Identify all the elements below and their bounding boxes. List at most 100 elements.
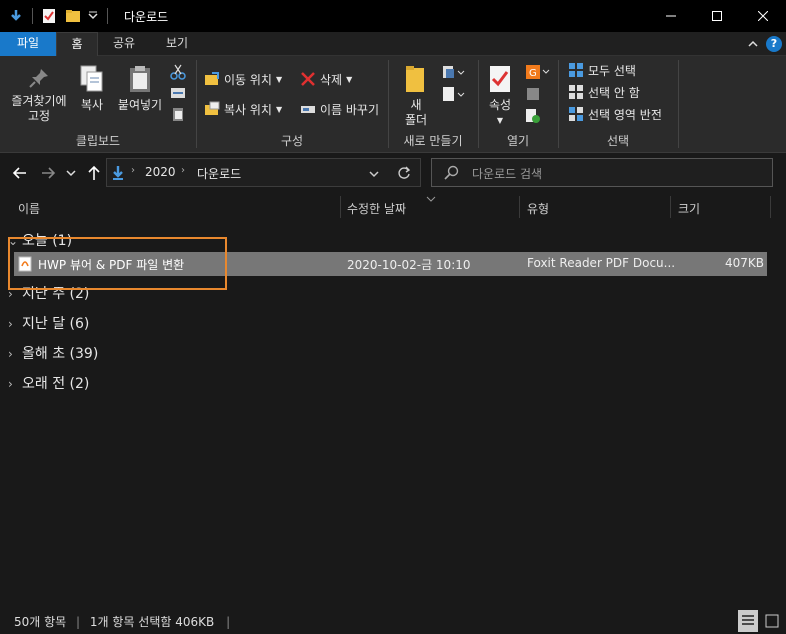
select-all-button[interactable]: 모두 선택	[568, 60, 636, 80]
pin-to-quick-access-button[interactable]: 즐겨찾기에 고정	[6, 66, 72, 124]
select-all-icon	[569, 63, 583, 77]
pin-label-1: 즐겨찾기에	[11, 94, 67, 108]
ribbon: 즐겨찾기에 고정 복사 붙여넣기 클립보드 이동 위치 ▼ 복사 위치 ▼ 삭제…	[0, 56, 786, 153]
paste-button[interactable]: 붙여넣기	[114, 64, 166, 113]
select-none-button[interactable]: 선택 안 함	[568, 82, 640, 102]
easy-access-icon[interactable]	[442, 86, 466, 102]
properties-button[interactable]: 속성 ▼	[482, 64, 518, 128]
new-folder-label-1: 새	[410, 98, 422, 112]
column-divider[interactable]	[670, 196, 671, 218]
delete-x-icon	[301, 72, 315, 86]
customize-chevron-icon[interactable]	[87, 8, 99, 24]
divider	[107, 8, 108, 24]
dropdown-chevron-icon: ▼	[275, 74, 283, 84]
open-group-label: 열기	[506, 134, 530, 148]
select-group-label: 선택	[606, 134, 630, 148]
open-app-icon[interactable]: G	[525, 64, 551, 80]
download-arrow-icon[interactable]	[8, 8, 24, 24]
new-folder-button[interactable]: 새 폴더	[398, 64, 434, 128]
copy-folder-icon	[205, 101, 220, 115]
invert-selection-button[interactable]: 선택 영역 반전	[568, 104, 662, 124]
select-none-label: 선택 안 함	[588, 85, 640, 100]
history-icon[interactable]	[525, 108, 541, 124]
breadcrumb-2020[interactable]: 2020	[145, 165, 176, 179]
cut-icon[interactable]	[170, 64, 186, 80]
recent-locations-chevron-icon[interactable]	[66, 168, 76, 178]
column-name[interactable]: 이름	[18, 200, 40, 217]
address-history-chevron-icon[interactable]	[369, 169, 379, 179]
status-bar: 50개 항목 | 1개 항목 선택함 406KB |	[0, 609, 786, 634]
column-header: 이름 수정한 날짜 유형 크기	[0, 196, 786, 222]
breadcrumb-separator-icon: ›	[181, 165, 185, 176]
search-box[interactable]: 다운로드 검색	[431, 158, 773, 187]
tab-home[interactable]: 홈	[56, 32, 98, 56]
refresh-icon[interactable]	[397, 166, 411, 180]
move-folder-icon	[205, 72, 219, 85]
group-header-last-month[interactable]: › 지난 달 (6)	[8, 313, 89, 333]
new-item-icon[interactable]	[442, 64, 466, 80]
search-icon	[444, 165, 459, 180]
tab-file[interactable]: 파일	[0, 32, 56, 56]
column-size[interactable]: 크기	[678, 200, 700, 217]
expand-chevron-icon: ›	[8, 377, 13, 391]
copy-button[interactable]: 복사	[74, 64, 110, 113]
breadcrumb-downloads[interactable]: 다운로드	[197, 165, 241, 182]
properties-icon[interactable]	[41, 8, 57, 24]
up-arrow-icon[interactable]	[86, 164, 102, 182]
ribbon-divider	[678, 60, 679, 148]
rename-label: 이름 바꾸기	[320, 102, 380, 117]
large-icons-view-button[interactable]	[762, 610, 782, 632]
pin-icon	[29, 69, 48, 88]
column-date-modified[interactable]: 수정한 날짜	[347, 200, 406, 217]
back-arrow-icon[interactable]	[12, 165, 28, 181]
forward-arrow-icon[interactable]	[40, 165, 56, 181]
new-group-label: 새로 만들기	[403, 134, 463, 148]
expand-chevron-icon: ›	[8, 347, 13, 361]
properties-check-icon	[490, 66, 510, 92]
group-header-long-ago[interactable]: › 오래 전 (2)	[8, 373, 89, 393]
highlight-box	[8, 237, 227, 290]
copy-to-button[interactable]: 복사 위치 ▼	[204, 99, 282, 119]
column-type[interactable]: 유형	[527, 200, 549, 217]
dropdown-chevron-icon: ▼	[346, 74, 353, 84]
details-view-button[interactable]	[738, 610, 758, 632]
svg-text:G: G	[529, 68, 537, 79]
invert-selection-label: 선택 영역 반전	[588, 107, 662, 122]
move-to-label: 이동 위치	[224, 72, 272, 87]
column-divider[interactable]	[770, 196, 771, 218]
rename-button[interactable]: 이름 바꾸기	[300, 99, 379, 119]
collapse-ribbon-icon[interactable]	[748, 39, 758, 49]
maximize-button[interactable]	[694, 0, 740, 32]
status-text: 50개 항목 | 1개 항목 선택함 406KB |	[14, 613, 230, 630]
pin-label-2: 고정	[27, 109, 51, 123]
new-folder-icon	[406, 66, 424, 92]
downloads-folder-icon	[113, 166, 123, 180]
breadcrumb-separator-icon: ›	[131, 165, 135, 176]
address-bar[interactable]: › 2020 › 다운로드	[106, 158, 421, 187]
help-icon[interactable]: ?	[766, 36, 782, 52]
paste-shortcut-icon[interactable]	[170, 106, 186, 122]
group-label: 오래 전 (2)	[22, 376, 90, 392]
delete-button[interactable]: 삭제 ▼	[300, 69, 352, 89]
minimize-button[interactable]	[648, 0, 694, 32]
copy-path-icon[interactable]	[170, 86, 186, 100]
sort-ascending-icon	[426, 196, 436, 202]
new-folder-icon[interactable]	[65, 8, 81, 24]
group-header-earlier-this-year[interactable]: › 올해 초 (39)	[8, 343, 98, 363]
dropdown-chevron-icon: ▼	[496, 116, 504, 125]
details-view-icon	[742, 615, 754, 625]
move-to-button[interactable]: 이동 위치 ▼	[204, 69, 282, 89]
file-modified: 2020-10-02-금 10:10	[347, 258, 471, 272]
column-divider[interactable]	[519, 196, 520, 218]
status-divider: |	[226, 615, 231, 629]
organize-group-label: 구성	[280, 134, 304, 148]
close-button[interactable]	[740, 0, 786, 32]
tab-view[interactable]: 보기	[150, 32, 204, 56]
copy-to-label: 복사 위치	[224, 102, 272, 117]
edit-icon[interactable]	[525, 86, 541, 102]
column-divider[interactable]	[340, 196, 341, 218]
new-folder-label-2: 폴더	[404, 113, 428, 127]
tab-share[interactable]: 공유	[98, 32, 150, 56]
delete-label: 삭제	[320, 72, 343, 87]
group-label: 올해 초 (39)	[22, 346, 99, 362]
